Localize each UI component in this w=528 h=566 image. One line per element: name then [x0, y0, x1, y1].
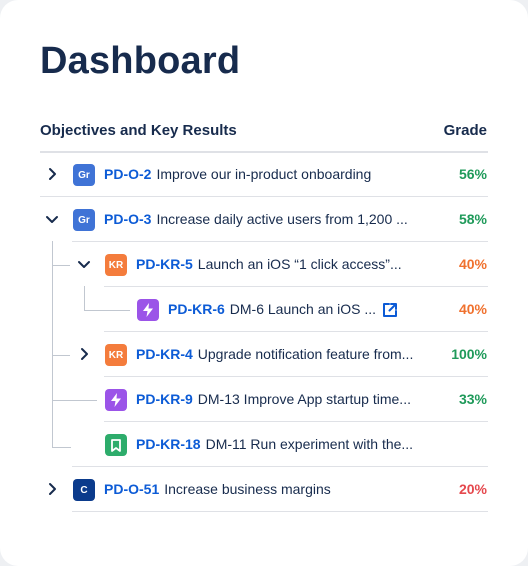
row-title: DM-13 Improve App startup time... [197, 391, 411, 407]
okr-row-pd-kr-18[interactable]: PD-KR-18 DM-11 Run experiment with the... [0, 423, 528, 467]
row-title: Increase business margins [164, 481, 331, 497]
row-divider [72, 241, 488, 242]
okr-dashboard-card: Dashboard Objectives and Key Results Gra… [0, 0, 528, 566]
column-header-objectives: Objectives and Key Results [40, 122, 237, 139]
key-result-badge: KR [105, 344, 127, 366]
key-result-badge: KR [105, 254, 127, 276]
okr-row-pd-o-2[interactable]: Gr PD-O-2 Improve our in-product onboardi… [0, 153, 528, 197]
goal-type-badge: Gr [73, 209, 95, 231]
grade-value: 20% [458, 481, 487, 497]
okr-row-pd-kr-5[interactable]: KR PD-KR-5 Launch an iOS “1 click access”… [0, 243, 528, 287]
row-title: DM-6 Launch an iOS ... [229, 301, 377, 317]
goal-type-badge: Gr [73, 164, 95, 186]
chevron-right-icon[interactable] [43, 480, 61, 498]
grade-value: 40% [458, 301, 487, 317]
issue-key-link[interactable]: PD-KR-4 [136, 346, 193, 362]
row-title: Launch an iOS “1 click access”... [197, 256, 402, 272]
okr-row-pd-kr-4[interactable]: KR PD-KR-4 Upgrade notification feature f… [0, 333, 528, 377]
issue-key-link[interactable]: PD-KR-18 [136, 436, 201, 452]
grade-value: 58% [458, 211, 487, 227]
goal-type-badge: C [73, 479, 95, 501]
row-divider [104, 331, 488, 332]
bolt-icon [137, 299, 159, 321]
issue-key-link[interactable]: PD-O-3 [104, 211, 151, 227]
okr-row-pd-kr-6[interactable]: PD-KR-6 DM-6 Launch an iOS ... 40% [0, 288, 528, 332]
issue-key-link[interactable]: PD-KR-9 [136, 391, 193, 407]
grade-value: 40% [458, 256, 487, 272]
row-divider [40, 196, 488, 197]
bookmark-icon [105, 434, 127, 456]
grade-value: 100% [451, 346, 487, 362]
chevron-down-icon[interactable] [75, 255, 93, 273]
page-title: Dashboard [40, 40, 241, 82]
row-divider [72, 511, 488, 512]
chevron-down-icon[interactable] [43, 210, 61, 228]
okr-row-pd-o-3[interactable]: Gr PD-O-3 Increase daily active users fro… [0, 198, 528, 242]
issue-key-link[interactable]: PD-O-51 [104, 481, 159, 497]
row-title: DM-11 Run experiment with the... [205, 436, 414, 452]
row-title: Upgrade notification feature from... [197, 346, 414, 362]
bolt-icon [105, 389, 127, 411]
row-title: Increase daily active users from 1,200 .… [156, 211, 408, 227]
row-divider [104, 376, 488, 377]
issue-key-link[interactable]: PD-KR-6 [168, 301, 225, 317]
row-divider [72, 466, 488, 467]
row-divider [104, 286, 488, 287]
issue-key-link[interactable]: PD-KR-5 [136, 256, 193, 272]
row-title: Improve our in-product onboarding [156, 166, 372, 182]
grade-value: 56% [458, 166, 487, 182]
column-header-grade: Grade [443, 122, 487, 139]
external-link-icon[interactable] [382, 302, 398, 318]
okr-row-pd-o-51[interactable]: C PD-O-51 Increase business margins 20% [0, 468, 528, 512]
grade-value: 33% [458, 391, 487, 407]
row-divider [104, 421, 488, 422]
okr-row-pd-kr-9[interactable]: PD-KR-9 DM-13 Improve App startup time...… [0, 378, 528, 422]
issue-key-link[interactable]: PD-O-2 [104, 166, 151, 182]
chevron-right-icon[interactable] [75, 345, 93, 363]
chevron-right-icon[interactable] [43, 165, 61, 183]
